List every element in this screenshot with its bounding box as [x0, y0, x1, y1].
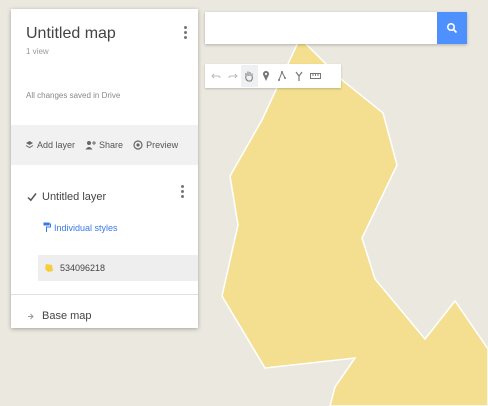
pan-tool-button[interactable]: [241, 65, 258, 87]
add-layer-icon: [25, 141, 34, 149]
preview-eye-icon: [133, 140, 143, 150]
share-person-icon: [85, 141, 97, 150]
preview-label: Preview: [146, 140, 179, 150]
polygon-feature-icon: [45, 264, 53, 272]
paint-roller-icon: [43, 222, 51, 232]
add-directions-icon: [295, 71, 303, 81]
search-icon: [446, 22, 458, 34]
layer-checkbox-checked-icon[interactable]: [27, 192, 37, 202]
redo-button[interactable]: [225, 65, 242, 87]
search-button[interactable]: [437, 12, 467, 44]
base-map-label: Base map: [42, 310, 92, 322]
undo-button[interactable]: [208, 65, 225, 87]
layer-name[interactable]: Untitled layer: [42, 191, 106, 203]
add-layer-label: Add layer: [37, 140, 76, 150]
kebab-dot-icon: [180, 195, 184, 198]
expand-arrow-icon: [28, 313, 34, 319]
map-title[interactable]: Untitled map: [26, 25, 116, 43]
map-toolbar: [205, 64, 341, 88]
kebab-dot-icon: [180, 190, 184, 193]
draw-line-icon: [278, 70, 287, 81]
draw-line-button[interactable]: [274, 65, 291, 87]
panel-actions-bar: Add layer Share Preview: [11, 125, 198, 165]
panel-divider: [11, 294, 198, 295]
kebab-dot-icon: [183, 31, 187, 34]
base-map-toggle[interactable]: Base map: [27, 310, 92, 322]
individual-styles-link[interactable]: Individual styles: [43, 222, 118, 233]
search-box: [205, 12, 467, 44]
layer-options-menu-button[interactable]: [177, 185, 187, 198]
hand-pan-icon: [245, 71, 254, 82]
kebab-dot-icon: [183, 26, 187, 29]
feature-label: 534096218: [60, 263, 106, 273]
add-marker-button[interactable]: [258, 65, 275, 87]
measure-button[interactable]: [307, 65, 324, 87]
individual-styles-label: Individual styles: [54, 222, 118, 233]
add-directions-button[interactable]: [291, 65, 308, 87]
save-status: All changes saved in Drive: [26, 91, 121, 100]
map-sidebar-panel: Untitled map 1 view All changes saved in…: [11, 9, 198, 328]
preview-button[interactable]: Preview: [133, 140, 178, 150]
kebab-dot-icon: [180, 185, 184, 188]
layer-header[interactable]: Untitled layer: [27, 191, 106, 203]
redo-icon: [228, 73, 238, 79]
map-view-count: 1 view: [26, 47, 49, 56]
share-button[interactable]: Share: [85, 140, 123, 150]
feature-list-item[interactable]: 534096218: [38, 255, 198, 281]
search-input[interactable]: [205, 12, 437, 44]
add-layer-button[interactable]: Add layer: [25, 140, 75, 150]
share-label: Share: [99, 140, 124, 150]
undo-icon: [211, 73, 221, 79]
kebab-dot-icon: [183, 36, 187, 39]
measure-ruler-icon: [309, 73, 321, 79]
map-options-menu-button[interactable]: [180, 26, 190, 39]
add-marker-icon: [262, 70, 269, 81]
